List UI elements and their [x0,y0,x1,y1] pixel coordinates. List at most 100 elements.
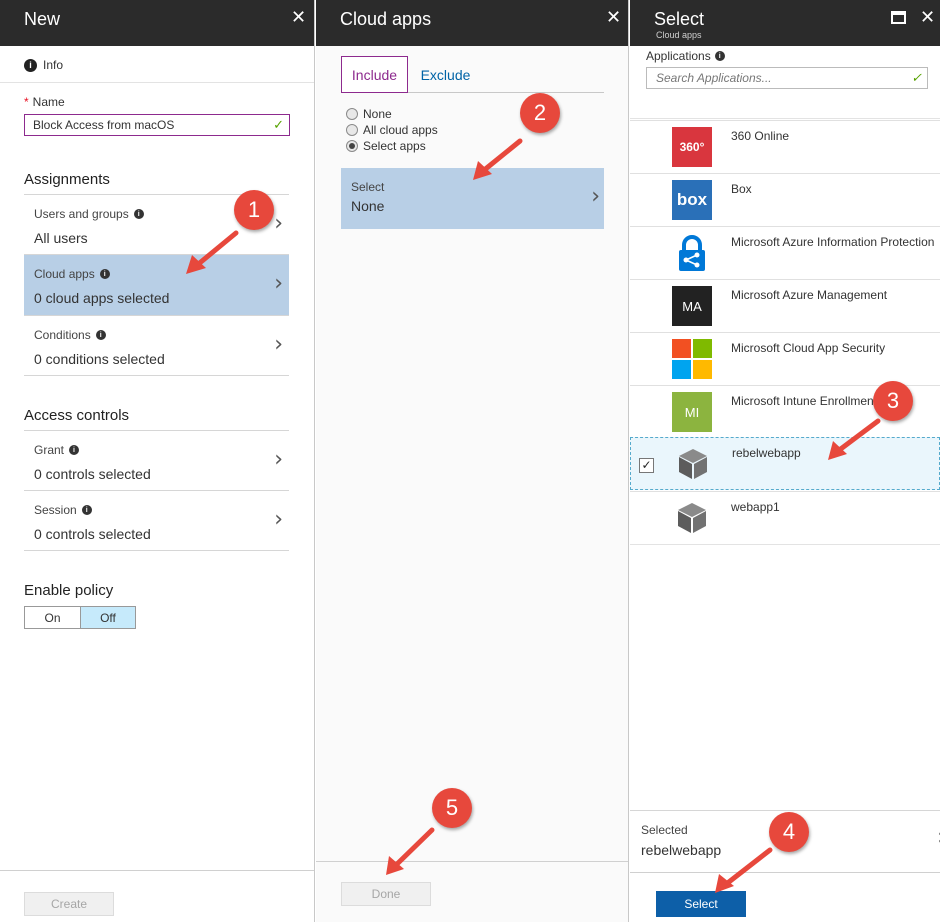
cube-icon [672,498,712,538]
enable-policy-heading: Enable policy [24,582,114,599]
new-blade-title: New [24,9,61,29]
checkbox-checked-icon[interactable]: ✓ [639,458,654,473]
conditions-value: 0 conditions selected [34,351,165,367]
divider [24,375,289,376]
chevron-right-icon: › [274,447,283,472]
app-row-webapp1[interactable]: webapp1 [630,491,940,544]
select-label: Select [351,180,385,194]
azure-management-logo-icon: MA [672,286,712,326]
conditions-label: Conditions i [34,328,106,342]
info-icon: i [99,269,110,279]
valid-check-icon: ✓ [911,70,922,85]
info-icon: i [95,330,106,340]
info-label: Info [43,58,64,72]
close-icon[interactable]: ✕ [920,8,935,26]
users-value: All users [34,230,88,246]
grant-row[interactable]: Grant i 0 controls selected › [24,430,289,491]
app-name: 360 Online [731,129,790,143]
app-row-360-online[interactable]: 360° 360 Online [630,120,940,173]
chevron-right-icon: › [274,271,283,296]
app-row-cloud-app-security[interactable]: Microsoft Cloud App Security [630,332,940,385]
new-policy-blade: New ✕ i Info * Name Block Access from mac… [0,0,315,922]
close-icon[interactable]: ✕ [291,8,306,26]
step-callout-4: 4 [769,812,809,852]
search-applications-input[interactable]: Search Applications... ✓ [646,67,928,89]
info-icon: i [714,51,725,61]
select-apps-row[interactable]: Select None › [341,168,604,229]
new-blade-header: New ✕ [0,0,314,46]
select-blade-title: Select [654,9,705,29]
step-callout-5: 5 [432,788,472,828]
select-button[interactable]: Select [656,891,746,917]
tab-include[interactable]: Include [341,56,408,93]
toggle-on-option[interactable]: On [25,607,80,628]
cloud-apps-blade-title: Cloud apps [340,9,432,29]
chevron-right-icon: › [274,507,283,532]
app-row-box[interactable]: box Box [630,173,940,226]
applications-label: Applications i [646,49,725,63]
cloud-apps-label: Cloud apps i [34,267,110,281]
cube-icon [673,444,713,484]
selected-value: rebelwebapp [641,842,722,858]
select-blade-header: Select Cloud apps ✕ [630,0,940,46]
divider [630,118,940,119]
app-name: rebelwebapp [732,446,801,460]
name-field-label: * Name [24,95,65,109]
access-controls-heading: Access controls [24,407,130,424]
app-row-rebelwebapp[interactable]: ✓ rebelwebapp [630,437,940,490]
policy-name-input[interactable]: Block Access from macOS ✓ [24,114,290,136]
divider [24,550,289,551]
app-name: Microsoft Azure Management [731,288,888,302]
360-online-logo-icon: 360° [672,127,712,167]
intune-enrollment-logo-icon: MI [672,392,712,432]
close-icon[interactable]: ✕ [606,8,621,26]
enable-policy-toggle: On Off [24,606,136,629]
radio-select-apps[interactable]: Select apps [346,139,426,153]
valid-check-icon: ✓ [273,117,284,132]
radio-all-label: All cloud apps [363,123,438,137]
radio-none[interactable]: None [346,107,392,121]
assignments-heading: Assignments [24,171,110,188]
cloud-apps-value: 0 cloud apps selected [34,290,170,306]
app-row-azure-information-protection[interactable]: Microsoft Azure Information Protection [630,226,940,279]
search-placeholder: Search Applications... [656,71,772,85]
conditions-row[interactable]: Conditions i 0 conditions selected › [24,315,289,376]
tab-exclude[interactable]: Exclude [408,56,483,93]
divider [630,544,940,545]
info-link[interactable]: i Info [24,58,63,72]
app-row-azure-management[interactable]: MA Microsoft Azure Management [630,279,940,332]
select-cloud-apps-blade: Select Cloud apps ✕ Applications i Searc… [630,0,940,922]
lock-share-icon [672,233,712,273]
toggle-off-option[interactable]: Off [80,607,135,628]
include-exclude-tabs: Include Exclude [341,56,604,93]
app-name: Box [731,182,752,196]
app-name: Microsoft Azure Information Protection [731,235,935,249]
radio-button [346,124,358,136]
select-value: None [351,198,385,214]
select-blade-subtitle: Cloud apps [656,30,702,40]
selected-label: Selected [641,823,688,837]
step-callout-1: 1 [234,190,274,230]
info-icon: i [133,209,144,219]
step-callout-2: 2 [520,93,560,133]
radio-button [346,108,358,120]
radio-select-label: Select apps [363,139,426,153]
footer-divider [630,872,940,873]
footer-divider [0,870,314,871]
chevron-right-icon: › [274,332,283,357]
info-icon: i [81,505,92,515]
done-button[interactable]: Done [341,882,431,906]
chevron-right-icon: › [591,184,600,209]
info-icon: i [69,445,80,455]
step-callout-3: 3 [873,381,913,421]
radio-none-label: None [363,107,392,121]
maximize-icon[interactable] [891,9,906,27]
session-row[interactable]: Session i 0 controls selected › [24,490,289,551]
box-logo-icon: box [672,180,712,220]
cloud-apps-row[interactable]: Cloud apps i 0 cloud apps selected › [24,254,289,315]
radio-all-cloud-apps[interactable]: All cloud apps [346,123,438,137]
session-value: 0 controls selected [34,526,151,542]
info-icon: i [24,58,37,72]
chevron-right-icon: › [274,211,283,236]
create-button[interactable]: Create [24,892,114,916]
